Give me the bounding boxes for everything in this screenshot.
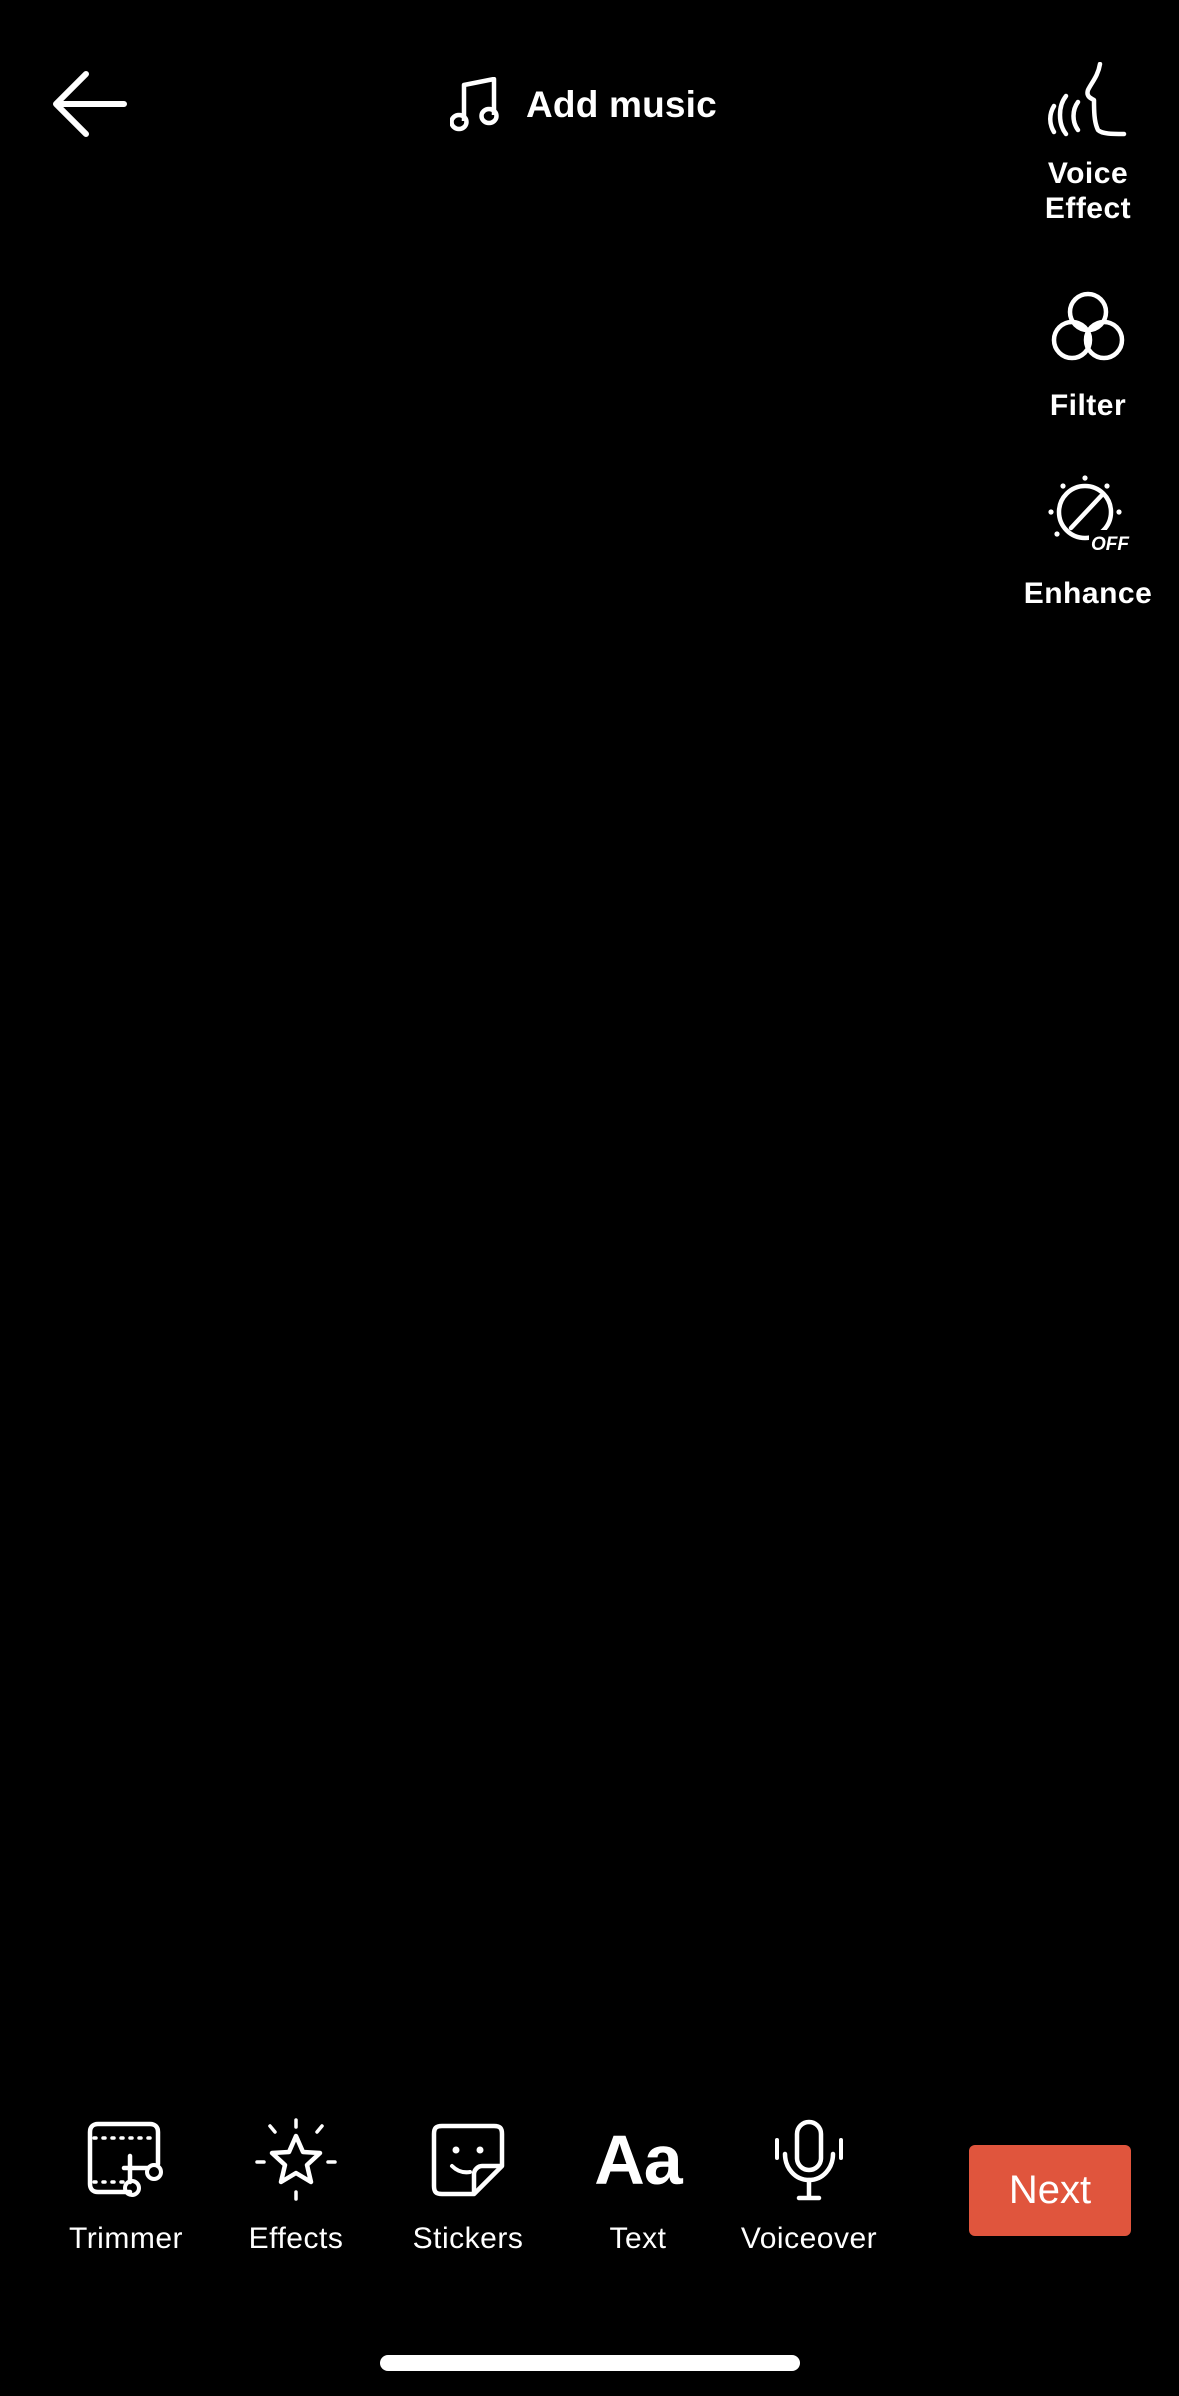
filter-button[interactable]: Filter [1009,290,1167,423]
microphone-icon [775,2119,843,2201]
effects-button[interactable]: Effects [211,2118,381,2256]
next-button[interactable]: Next [969,2145,1131,2236]
scissors-frame-icon [87,2121,163,2197]
text-aa-icon: Aa [594,2121,682,2199]
voice-effect-label-line2: Effect [1044,192,1132,225]
voice-effect-label-line1: Voice [1047,157,1129,190]
sticker-icon [431,2123,505,2197]
voiceover-label: Voiceover [740,2222,878,2255]
effects-label: Effects [248,2222,344,2255]
enhance-state-text: OFF [1091,534,1130,554]
text-label: Text [609,2222,667,2255]
home-indicator[interactable] [380,2355,800,2371]
text-button[interactable]: Aa Text [553,2118,723,2256]
dial-off-icon: OFF [1048,475,1133,554]
add-music-button[interactable]: Add music [450,72,717,138]
back-button[interactable] [52,70,128,138]
stickers-button[interactable]: Stickers [383,2118,553,2256]
voice-effect-label: Voice Effect [1045,156,1131,226]
filter-label: Filter [1049,389,1127,422]
enhance-button[interactable]: OFF Enhance [1009,474,1167,611]
music-note-icon [450,77,499,132]
enhance-label: Enhance [1023,577,1153,610]
stickers-label: Stickers [412,2222,524,2255]
add-music-label: Add music [526,84,717,125]
three-circles-icon [1051,291,1125,361]
voice-effect-button[interactable]: Voice Effect [1009,62,1167,226]
trimmer-button[interactable]: Trimmer [41,2118,211,2256]
sparkle-star-icon [255,2118,337,2201]
arrow-left-icon [53,71,127,137]
voiceover-button[interactable]: Voiceover [724,2118,894,2256]
voice-wave-icon [1048,62,1127,137]
trimmer-label: Trimmer [68,2222,184,2255]
